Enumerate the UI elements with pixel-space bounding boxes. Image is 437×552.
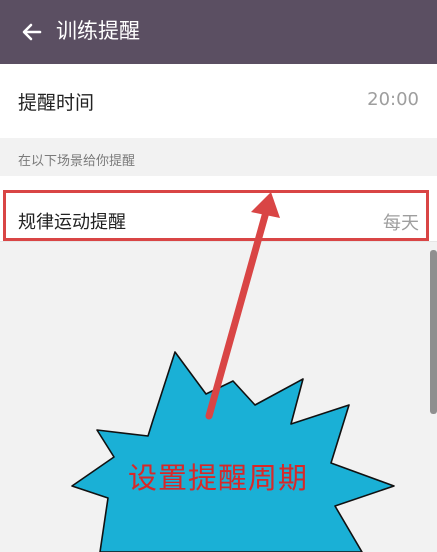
scrollbar[interactable] xyxy=(430,250,437,414)
regular-exercise-frequency: 每天 xyxy=(383,213,419,234)
page-title: 训练提醒 xyxy=(56,19,140,43)
back-button[interactable] xyxy=(14,14,50,50)
reminder-time-row[interactable]: 提醒时间 20:00 xyxy=(0,64,437,138)
regular-exercise-label: 规律运动提醒 xyxy=(18,212,126,233)
app-bar: 训练提醒 xyxy=(0,0,437,64)
reminder-time-value: 20:00 xyxy=(367,89,419,110)
callout-text: 设置提醒周期 xyxy=(128,461,309,495)
regular-exercise-reminder-row[interactable]: 规律运动提醒 每天 xyxy=(0,176,437,242)
section-caption: 在以下场景给你提醒 xyxy=(18,154,136,169)
callout-burst xyxy=(71,351,395,552)
arrow-left-icon xyxy=(22,23,42,41)
reminder-time-label: 提醒时间 xyxy=(18,92,95,114)
